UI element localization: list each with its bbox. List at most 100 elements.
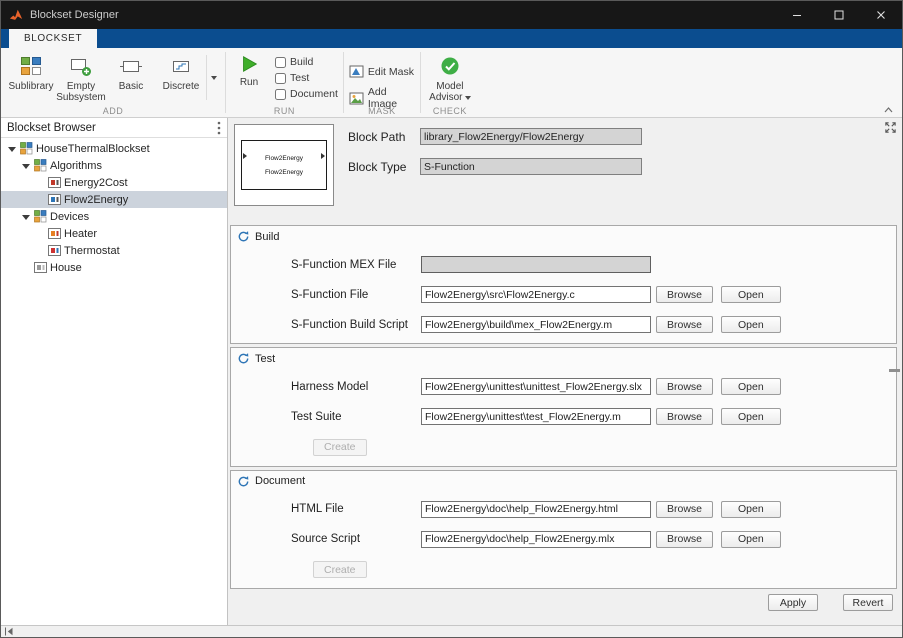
expand-arrow-icon[interactable] — [22, 215, 30, 220]
build-checkbox-input[interactable] — [275, 57, 286, 68]
expand-arrow-icon[interactable] — [8, 147, 16, 152]
create-document-button[interactable]: Create — [313, 561, 367, 578]
expand-arrow-icon[interactable] — [22, 164, 30, 169]
browse-button[interactable]: Browse — [656, 531, 713, 548]
tree-item-heater[interactable]: Heater — [1, 225, 227, 242]
discrete-label: Discrete — [163, 81, 200, 92]
sfunction-mex-field — [421, 256, 651, 273]
minimize-icon — [792, 10, 802, 20]
sublibrary-icon — [34, 210, 47, 223]
browse-button[interactable]: Browse — [656, 378, 713, 395]
chevron-down-icon — [465, 96, 471, 100]
document-checkbox-label: Document — [290, 88, 338, 100]
basic-block-icon — [120, 53, 142, 79]
minimize-button[interactable] — [776, 1, 818, 29]
collapse-panel-button[interactable] — [3, 626, 15, 637]
checkbox-test[interactable]: Test — [275, 72, 338, 84]
html-file-input[interactable] — [421, 501, 651, 518]
test-section-title: Test — [255, 353, 275, 365]
tree-item-devices[interactable]: Devices — [1, 208, 227, 225]
block-icon — [48, 245, 61, 256]
browser-menu-button[interactable] — [217, 121, 221, 135]
apply-button[interactable]: Apply — [768, 594, 818, 611]
test-suite-label: Test Suite — [291, 411, 421, 423]
open-button[interactable]: Open — [721, 378, 781, 395]
sfunction-mex-label: S-Function MEX File — [291, 259, 421, 271]
basic-button[interactable]: Basic — [106, 51, 156, 104]
empty-subsystem-button[interactable]: Empty Subsystem — [56, 51, 106, 104]
collapse-ribbon-button[interactable] — [883, 105, 894, 114]
document-checkbox-input[interactable] — [275, 89, 286, 100]
model-advisor-button[interactable]: Model Advisor — [426, 51, 474, 104]
revert-button[interactable]: Revert — [843, 594, 893, 611]
discrete-button[interactable]: Discrete — [156, 51, 206, 104]
sfunction-build-script-input[interactable] — [421, 316, 651, 333]
expand-preview-button[interactable] — [884, 121, 897, 134]
basic-label: Basic — [119, 81, 143, 92]
open-button[interactable]: Open — [721, 531, 781, 548]
close-button[interactable] — [860, 1, 902, 29]
tab-blockset[interactable]: BLOCKSET — [9, 29, 97, 48]
browse-button[interactable]: Browse — [656, 286, 713, 303]
harness-model-input[interactable] — [421, 378, 651, 395]
open-button[interactable]: Open — [721, 408, 781, 425]
expand-icon — [884, 121, 897, 134]
section-test: Test Harness Model Browse Open Test Suit… — [230, 347, 897, 467]
open-button[interactable]: Open — [721, 316, 781, 333]
tree-item-label: Energy2Cost — [64, 177, 128, 189]
open-button[interactable]: Open — [721, 501, 781, 518]
empty-subsystem-icon — [70, 53, 92, 79]
edit-mask-icon — [349, 64, 364, 79]
test-suite-input[interactable] — [421, 408, 651, 425]
run-icon — [239, 54, 259, 74]
sfunction-file-input[interactable] — [421, 286, 651, 303]
close-icon — [876, 10, 886, 20]
window-title: Blockset Designer — [30, 9, 119, 21]
block-path-field — [420, 128, 642, 145]
chevron-down-icon — [211, 76, 217, 80]
checkbox-build[interactable]: Build — [275, 56, 338, 68]
test-checkbox-input[interactable] — [275, 73, 286, 84]
html-file-label: HTML File — [291, 503, 421, 515]
add-dropdown-button[interactable] — [207, 51, 220, 104]
tree-item-thermostat[interactable]: Thermostat — [1, 242, 227, 259]
block-preview-area: Flow2Energy Flow2Energy Block Path Block… — [228, 118, 902, 225]
preview-block-name: Flow2Energy — [265, 155, 303, 162]
section-build: Build S-Function MEX File S-Function Fil… — [230, 225, 897, 344]
sfunction-build-script-label: S-Function Build Script — [291, 319, 421, 331]
tree-item-label: Heater — [64, 228, 97, 240]
maximize-button[interactable] — [818, 1, 860, 29]
open-button[interactable]: Open — [721, 286, 781, 303]
edit-mask-button[interactable]: Edit Mask — [349, 64, 415, 79]
browser-title: Blockset Browser — [7, 122, 96, 134]
source-script-label: Source Script — [291, 533, 421, 545]
ribbon-group-run: Run Build Test Document — [226, 48, 343, 117]
build-section-icon — [237, 230, 250, 243]
tree-item-house[interactable]: House — [1, 259, 227, 276]
browse-button[interactable]: Browse — [656, 501, 713, 518]
create-test-button[interactable]: Create — [313, 439, 367, 456]
ribbon-group-check: Model Advisor CHECK — [421, 48, 479, 117]
tree-item-label: House — [50, 262, 82, 274]
browse-button[interactable]: Browse — [656, 316, 713, 333]
checkbox-document[interactable]: Document — [275, 88, 338, 100]
tree-item-label: Algorithms — [50, 160, 102, 172]
tree-item-flow2energy[interactable]: Flow2Energy — [1, 191, 227, 208]
sublibrary-button[interactable]: Sublibrary — [6, 51, 56, 104]
model-advisor-icon — [440, 53, 460, 79]
tree-item-energy2cost[interactable]: Energy2Cost — [1, 174, 227, 191]
matlab-logo-icon — [9, 8, 23, 22]
scrollbar-thumb[interactable] — [889, 369, 900, 372]
block-icon — [34, 262, 47, 273]
browse-button[interactable]: Browse — [656, 408, 713, 425]
tree-item-housethermalblockset[interactable]: HouseThermalBlockset — [1, 140, 227, 157]
block-icon — [48, 177, 61, 188]
ribbon-group-mask: Edit Mask Add Image MASK — [344, 48, 420, 117]
source-script-input[interactable] — [421, 531, 651, 548]
status-bar — [1, 625, 902, 637]
tree-item-algorithms[interactable]: Algorithms — [1, 157, 227, 174]
document-section-title: Document — [255, 475, 305, 487]
sublibrary-icon — [20, 53, 42, 79]
sublibrary-icon — [34, 159, 47, 172]
run-button[interactable]: Run — [231, 51, 267, 104]
